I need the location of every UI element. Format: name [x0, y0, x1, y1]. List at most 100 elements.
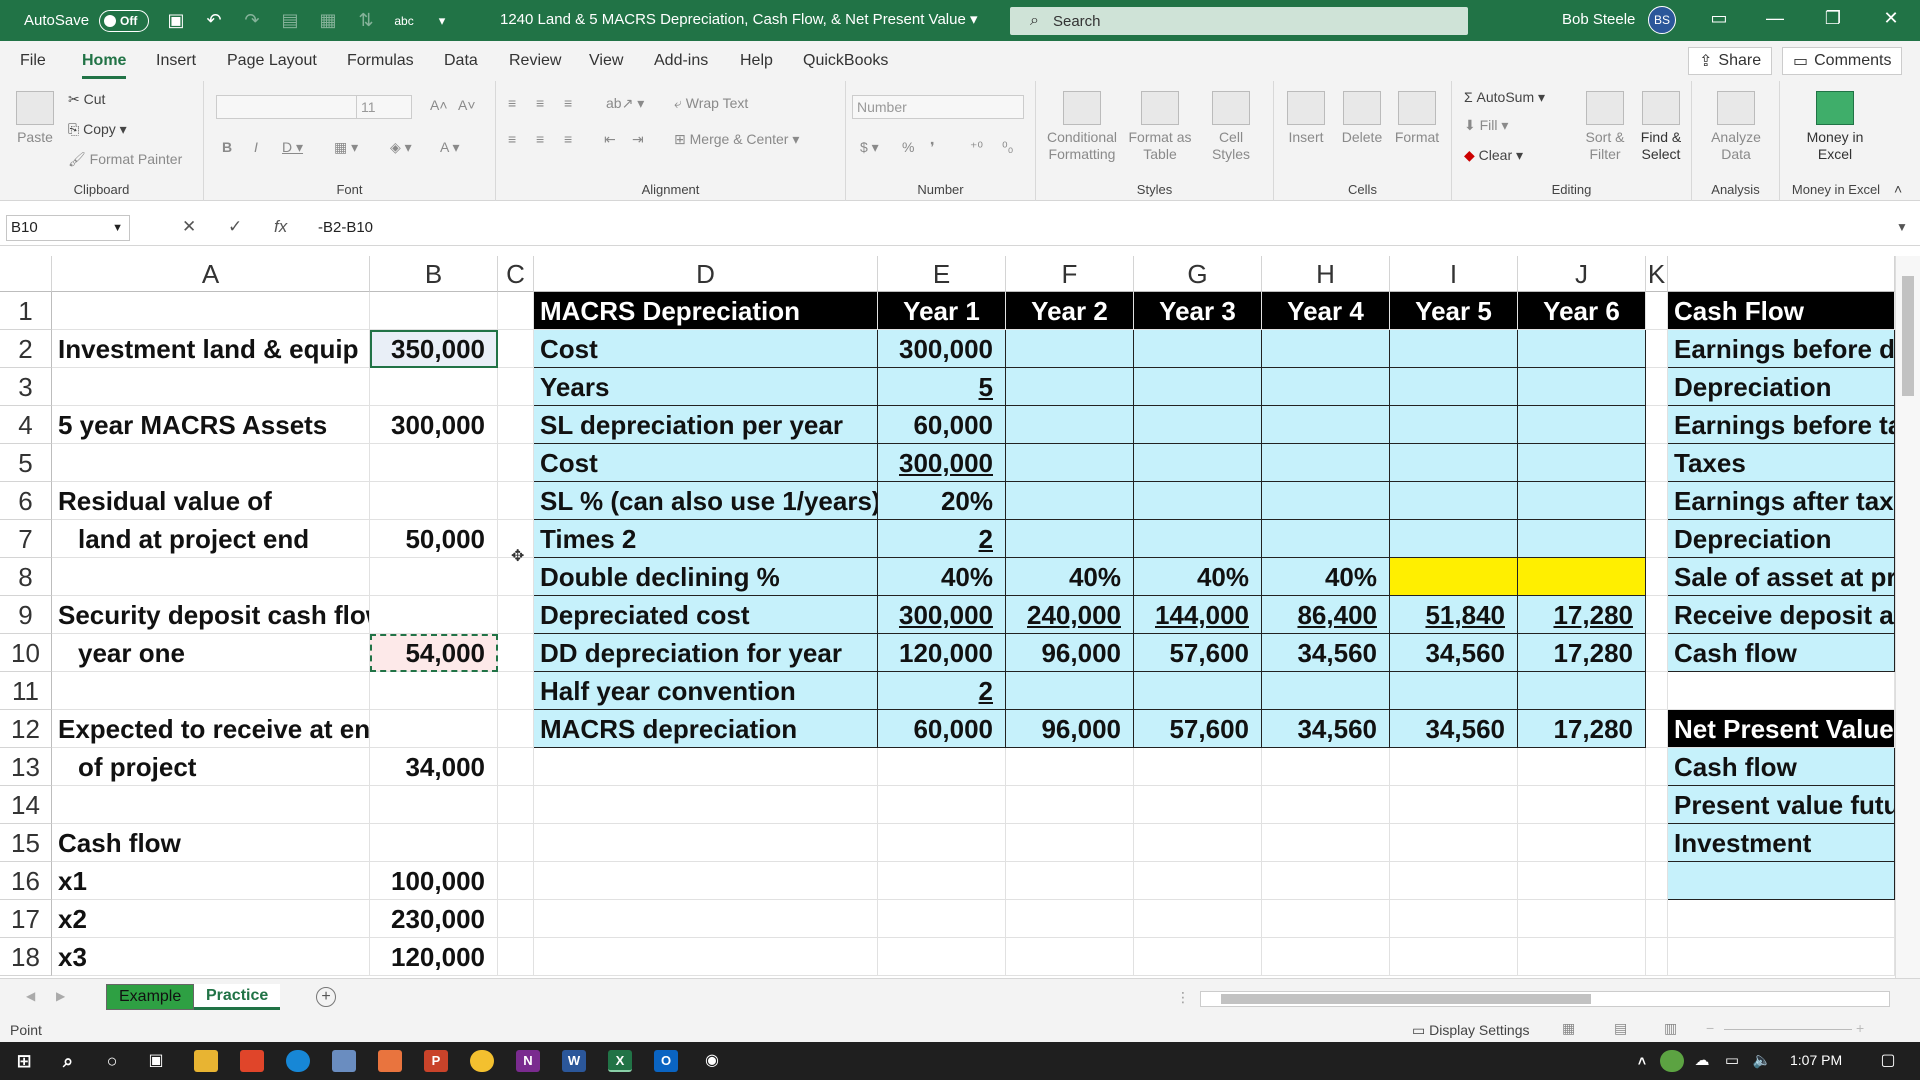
macrs-label-8[interactable]: Double declining %: [534, 558, 878, 596]
macrs-cell-f3[interactable]: [1006, 368, 1134, 406]
notifications-icon[interactable]: ▢: [1876, 1050, 1900, 1072]
cell-f13[interactable]: [1006, 748, 1134, 786]
cell-j14[interactable]: [1518, 786, 1646, 824]
cell-d15[interactable]: [534, 824, 878, 862]
paste-button[interactable]: Paste: [12, 91, 58, 146]
cell-b3[interactable]: [370, 368, 498, 406]
cell-k16[interactable]: [1646, 862, 1668, 900]
fill-button[interactable]: ⬇ Fill ▾: [1464, 117, 1508, 134]
zoom-slider[interactable]: [1724, 1029, 1852, 1030]
conditional-formatting-button[interactable]: Conditional Formatting: [1044, 91, 1120, 163]
cell-d16[interactable]: [534, 862, 878, 900]
macrs-cell-j2[interactable]: [1518, 330, 1646, 368]
cell-c17[interactable]: [498, 900, 534, 938]
cell-h14[interactable]: [1262, 786, 1390, 824]
cell-b5[interactable]: [370, 444, 498, 482]
cell-e17[interactable]: [878, 900, 1006, 938]
cell-b14[interactable]: [370, 786, 498, 824]
macrs-cell-g7[interactable]: [1134, 520, 1262, 558]
cell-b13[interactable]: 34,000: [370, 748, 498, 786]
cashflow-item-2[interactable]: Earnings before de: [1668, 330, 1895, 368]
cell-b18[interactable]: 120,000: [370, 938, 498, 976]
fill-color-icon[interactable]: ◈ ▾: [390, 139, 412, 156]
row-header-16[interactable]: 16: [0, 862, 52, 900]
middle-align-icon[interactable]: ≡: [536, 95, 544, 111]
select-all-corner[interactable]: [0, 256, 52, 292]
find-select-button[interactable]: Find & Select: [1632, 91, 1690, 163]
cut-button[interactable]: ✂ Cut: [68, 91, 105, 108]
font-size-select[interactable]: 11: [356, 95, 412, 119]
app-icon-3[interactable]: ◉: [700, 1050, 724, 1072]
tab-view[interactable]: View: [589, 52, 623, 70]
cell-a5[interactable]: [52, 444, 370, 482]
clear-button[interactable]: ◆ Clear ▾: [1464, 147, 1523, 164]
expand-formula-icon[interactable]: ▼: [1896, 220, 1908, 234]
wrap-text-button[interactable]: ⤶ Wrap Text: [674, 95, 748, 112]
borders-icon[interactable]: ▦ ▾: [334, 139, 358, 156]
increase-indent-icon[interactable]: ⇥: [632, 131, 644, 148]
column-header-c[interactable]: C: [498, 256, 534, 292]
copy-button[interactable]: ⎘ Copy ▾: [68, 121, 127, 138]
cashflow-header[interactable]: Cash Flow: [1668, 292, 1895, 330]
macrs-cell-f8[interactable]: 40%: [1006, 558, 1134, 596]
cell-e14[interactable]: [878, 786, 1006, 824]
macrs-header-g[interactable]: Year 3: [1134, 292, 1262, 330]
tab-file[interactable]: File: [20, 52, 46, 70]
macrs-cell-h2[interactable]: [1262, 330, 1390, 368]
cell-c5[interactable]: [498, 444, 534, 482]
horizontal-scrollbar[interactable]: [1200, 991, 1890, 1007]
minimize-icon[interactable]: —: [1760, 8, 1790, 29]
npv-header[interactable]: Net Present Value: [1668, 710, 1895, 748]
network-icon[interactable]: ▭: [1720, 1050, 1744, 1072]
clock[interactable]: 1:07 PM: [1790, 1052, 1842, 1068]
macrs-cell-g4[interactable]: [1134, 406, 1262, 444]
macrs-cell-f5[interactable]: [1006, 444, 1134, 482]
scroll-tabs-right-icon[interactable]: ▶: [56, 989, 65, 1003]
page-break-view-icon[interactable]: ▥: [1664, 1020, 1677, 1037]
cell-f18[interactable]: [1006, 938, 1134, 976]
normal-view-icon[interactable]: ▦: [1562, 1020, 1575, 1037]
share-button[interactable]: ⇪ Share: [1688, 47, 1773, 75]
macrs-cell-i4[interactable]: [1390, 406, 1518, 444]
macrs-cell-i5[interactable]: [1390, 444, 1518, 482]
format-painter-button[interactable]: 🖌 Format Painter: [68, 151, 182, 168]
macrs-label-7[interactable]: Times 2: [534, 520, 878, 558]
macrs-label-3[interactable]: Years: [534, 368, 878, 406]
cell-e18[interactable]: [878, 938, 1006, 976]
cell-g14[interactable]: [1134, 786, 1262, 824]
macrs-cell-i9[interactable]: 51,840: [1390, 596, 1518, 634]
macrs-cell-e10[interactable]: 120,000: [878, 634, 1006, 672]
cell-a10[interactable]: year one: [52, 634, 370, 672]
macrs-cell-g9[interactable]: 144,000: [1134, 596, 1262, 634]
cell-b15[interactable]: [370, 824, 498, 862]
cell-c3[interactable]: [498, 368, 534, 406]
cell-i13[interactable]: [1390, 748, 1518, 786]
format-as-table-button[interactable]: Format as Table: [1124, 91, 1196, 163]
cell-k14[interactable]: [1646, 786, 1668, 824]
macrs-cell-f10[interactable]: 96,000: [1006, 634, 1134, 672]
scroll-tabs-left-icon[interactable]: ◀: [26, 989, 35, 1003]
cell-k17[interactable]: [1646, 900, 1668, 938]
cell-j13[interactable]: [1518, 748, 1646, 786]
column-header-b[interactable]: B: [370, 256, 498, 292]
cell-g18[interactable]: [1134, 938, 1262, 976]
cell-k6[interactable]: [1646, 482, 1668, 520]
autosave-toggle[interactable]: Off: [99, 9, 150, 32]
task-view-icon[interactable]: ▣: [144, 1050, 168, 1072]
column-header-i[interactable]: I: [1390, 256, 1518, 292]
font-color-icon[interactable]: A ▾: [440, 139, 459, 156]
close-icon[interactable]: ✕: [1876, 8, 1906, 29]
macrs-cell-j8[interactable]: [1518, 558, 1646, 596]
cell-k5[interactable]: [1646, 444, 1668, 482]
macrs-header-j[interactable]: Year 6: [1518, 292, 1646, 330]
format-cells-button[interactable]: Format: [1390, 91, 1444, 146]
macrs-cell-e4[interactable]: 60,000: [878, 406, 1006, 444]
macrs-cell-j10[interactable]: 17,280: [1518, 634, 1646, 672]
sheet-tab-example[interactable]: Example: [106, 984, 195, 1010]
cell-h18[interactable]: [1262, 938, 1390, 976]
powerpoint-icon[interactable]: P: [424, 1050, 448, 1072]
macrs-label-6[interactable]: SL % (can also use 1/years): [534, 482, 878, 520]
row-header-18[interactable]: 18: [0, 938, 52, 976]
underline-button[interactable]: D ▾: [282, 139, 303, 156]
macrs-header-e[interactable]: Year 1: [878, 292, 1006, 330]
